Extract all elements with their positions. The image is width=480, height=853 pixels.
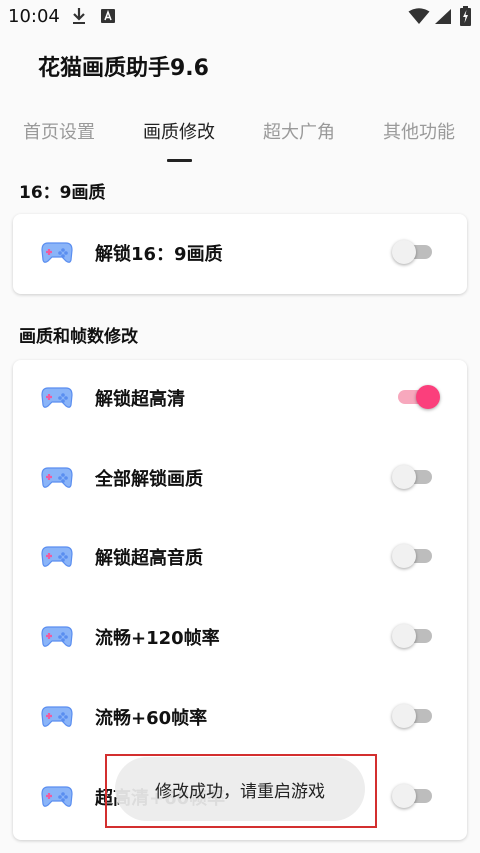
- setting-row-unlock-hq-audio[interactable]: 解锁超高音质: [13, 526, 467, 586]
- settings-card-16-9: 解锁16：9画质: [13, 214, 467, 294]
- wifi-icon: [408, 8, 430, 29]
- gamepad-icon: [41, 543, 73, 569]
- setting-row-smooth-60fps[interactable]: 流畅+60帧率: [13, 686, 467, 746]
- setting-label: 全部解锁画质: [95, 469, 203, 490]
- gamepad-icon: [41, 464, 73, 490]
- unlock-16-9-toggle[interactable]: [390, 239, 438, 265]
- setting-label: 流畅+60帧率: [95, 708, 208, 729]
- text-icon: [100, 8, 116, 28]
- gamepad-icon: [41, 703, 73, 729]
- section-title-quality-fps: 画质和帧数修改: [19, 327, 138, 347]
- tab-home-settings[interactable]: 首页设置: [23, 118, 95, 144]
- gamepad-icon: [41, 623, 73, 649]
- battery-charging-icon: [460, 6, 471, 30]
- setting-label: 解锁超高清: [95, 389, 185, 410]
- gamepad-icon: [41, 384, 73, 410]
- gamepad-icon: [41, 783, 73, 809]
- tab-other-features[interactable]: 其他功能: [383, 118, 455, 144]
- app-title: 花猫画质助手9.6: [38, 56, 209, 81]
- tab-bar: 首页设置 画质修改 超大广角 其他功能: [0, 110, 480, 162]
- setting-label: 解锁超高音质: [95, 548, 203, 569]
- setting-row-unlock-uhd[interactable]: 解锁超高清: [13, 367, 467, 427]
- setting-row-unlock-16-9[interactable]: 解锁16：9画质: [13, 222, 467, 282]
- unlock-hq-audio-toggle[interactable]: [390, 543, 438, 569]
- tab-quality-modify[interactable]: 画质修改: [143, 118, 215, 144]
- unlock-all-quality-toggle[interactable]: [390, 464, 438, 490]
- signal-icon: [434, 8, 452, 29]
- download-icon: [70, 6, 88, 30]
- section-title-16-9: 16：9画质: [19, 183, 106, 203]
- toast-highlight-box: [105, 754, 377, 828]
- setting-row-smooth-120fps[interactable]: 流畅+120帧率: [13, 606, 467, 666]
- gamepad-icon: [41, 239, 73, 265]
- status-time: 10:04: [8, 6, 60, 27]
- tab-wide-angle[interactable]: 超大广角: [263, 118, 335, 144]
- smooth-60fps-toggle[interactable]: [390, 703, 438, 729]
- setting-row-unlock-all-quality[interactable]: 全部解锁画质: [13, 447, 467, 507]
- setting-label: 解锁16：9画质: [95, 244, 223, 265]
- setting-label: 流畅+120帧率: [95, 628, 220, 649]
- unlock-uhd-toggle[interactable]: [390, 384, 440, 410]
- active-tab-indicator: [167, 159, 192, 162]
- uhd-60fps-toggle[interactable]: [390, 783, 438, 809]
- status-bar: 10:04: [0, 0, 480, 34]
- smooth-120fps-toggle[interactable]: [390, 623, 438, 649]
